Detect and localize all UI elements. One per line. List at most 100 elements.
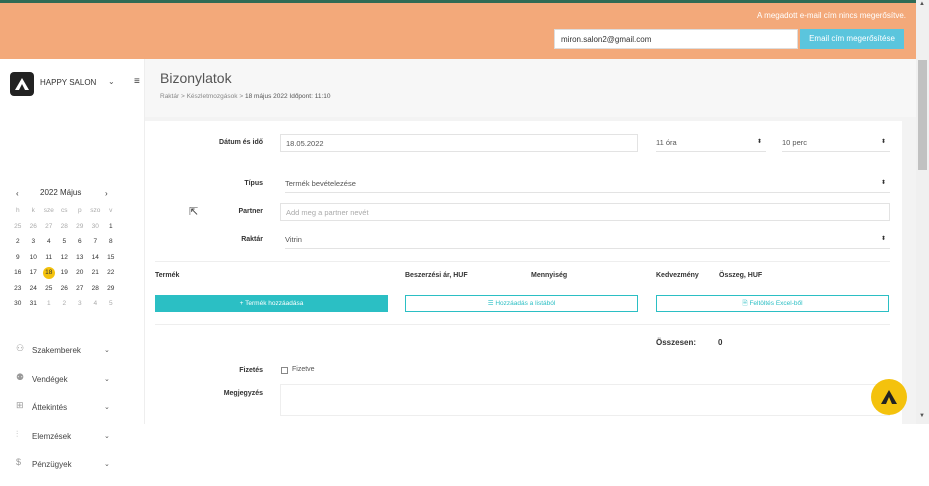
calendar-day[interactable]: 27: [41, 221, 57, 233]
breadcrumb-item[interactable]: Raktár: [160, 93, 179, 100]
calendar-day-today[interactable]: 18: [42, 267, 55, 279]
calendar-day[interactable]: 30: [88, 221, 104, 233]
sidebar-item-szakemberek[interactable]: ⚇ Szakemberek ⌄: [16, 343, 136, 372]
sidebar-item-label: Vendégek: [32, 374, 68, 384]
calendar-day[interactable]: 4: [88, 298, 104, 310]
payment-label: Fizetés: [239, 367, 263, 374]
calendar-day[interactable]: 9: [10, 252, 26, 264]
calendar-prev-button[interactable]: ‹: [16, 189, 19, 198]
add-from-list-button[interactable]: ☰ Hozzáadás a listából: [405, 295, 638, 312]
calendar-day[interactable]: 25: [41, 283, 57, 295]
page-title: Bizonylatok: [160, 70, 232, 86]
paid-checkbox[interactable]: [281, 367, 288, 374]
mouse-cursor-icon: ⇱: [189, 206, 199, 218]
salon-logo: [10, 72, 34, 96]
total-label: Összesen:: [656, 338, 697, 347]
calendar-day[interactable]: 29: [72, 221, 88, 233]
calendar-day[interactable]: 20: [72, 267, 88, 279]
chart-icon: ⫶: [16, 428, 19, 439]
type-select[interactable]: Termék bevételezése ⬍: [285, 175, 890, 193]
calendar-day[interactable]: 7: [88, 236, 104, 248]
calendar-day[interactable]: 5: [57, 236, 73, 248]
sidebar-item-elemzések[interactable]: ⫶ Elemzések ⌄: [16, 429, 136, 458]
calendar-week: 30 31 1 2 3 4 5: [10, 298, 120, 310]
calendar-day[interactable]: 17: [26, 267, 42, 279]
calendar-day[interactable]: 28: [88, 283, 104, 295]
vertical-scrollbar[interactable]: ▲ ▼: [916, 0, 929, 424]
calendar-day[interactable]: 22: [103, 267, 119, 279]
calendar-day[interactable]: 2: [57, 298, 73, 310]
date-label: Dátum és idő: [219, 139, 263, 146]
calendar-day[interactable]: 31: [26, 298, 42, 310]
breadcrumb-separator: >: [239, 93, 244, 100]
calendar-day[interactable]: 10: [26, 252, 42, 264]
calendar-day-names: h k sze cs p szo v: [10, 205, 120, 217]
calendar-day[interactable]: 3: [26, 236, 42, 248]
minute-select[interactable]: 10 perc ⬍: [782, 134, 890, 152]
page-header: Bizonylatok Raktár > Készletmozgások > 1…: [145, 59, 916, 117]
calendar-day[interactable]: 16: [10, 267, 26, 279]
sidebar-item-pénzügyek[interactable]: $ Pénzügyek ⌄: [16, 457, 136, 486]
calendar-day[interactable]: 12: [57, 252, 73, 264]
calendar-day[interactable]: 15: [103, 252, 119, 264]
calendar-day[interactable]: 8: [103, 236, 119, 248]
calendar-next-button[interactable]: ›: [105, 189, 108, 198]
scroll-up-icon[interactable]: ▲: [919, 1, 925, 7]
calendar-day[interactable]: 13: [72, 252, 88, 264]
column-purchase-price: Beszerzési ár, HUF: [405, 272, 468, 279]
hour-select[interactable]: 11 óra ⬍: [656, 134, 766, 152]
select-arrow-icon: ⬍: [756, 139, 762, 145]
calendar-day-name: p: [77, 207, 82, 214]
menu-toggle-icon[interactable]: ≡: [134, 76, 140, 87]
calendar-day[interactable]: 25: [10, 221, 26, 233]
calendar-week: 25 26 27 28 29 30 1: [10, 221, 120, 233]
calendar-day[interactable]: 1: [41, 298, 57, 310]
email-input[interactable]: miron.salon2@gmail.com: [554, 29, 798, 49]
breadcrumb-item[interactable]: Készletmozgások: [187, 93, 238, 100]
partner-input[interactable]: Add meg a partner nevét: [280, 203, 890, 221]
calendar-day[interactable]: 23: [10, 283, 26, 295]
calendar-header: ‹ 2022 Május ›: [10, 188, 115, 200]
minute-value: 10 perc: [782, 138, 808, 147]
column-amount: Összeg, HUF: [719, 272, 763, 279]
calendar-day[interactable]: 4: [41, 236, 57, 248]
calendar-day[interactable]: 21: [88, 267, 104, 279]
calendar-day[interactable]: 5: [103, 298, 119, 310]
divider: [155, 324, 890, 325]
calendar-day[interactable]: 29: [103, 283, 119, 295]
calendar-day[interactable]: 11: [41, 252, 57, 264]
chevron-down-icon: ⌄: [104, 461, 110, 468]
calendar-day[interactable]: 2: [10, 236, 26, 248]
calendar-day[interactable]: 1: [103, 221, 119, 233]
sidebar-item-vendégek[interactable]: ⚉ Vendégek ⌄: [16, 372, 136, 401]
add-product-button[interactable]: + Termék hozzáadása: [155, 295, 388, 312]
help-fab-button[interactable]: [871, 379, 907, 415]
scroll-down-icon[interactable]: ▼: [919, 413, 925, 419]
calendar-day[interactable]: 3: [72, 298, 88, 310]
calendar-day[interactable]: 26: [57, 283, 73, 295]
calendar-day[interactable]: 30: [10, 298, 26, 310]
paid-label: Fizetve: [292, 366, 315, 373]
upload-excel-button[interactable]: 🗎 Feltöltés Excel-ből: [656, 295, 889, 312]
group-icon: ⚉: [16, 371, 25, 382]
chevron-down-icon: ⌄: [104, 375, 110, 383]
calendar-day[interactable]: 27: [72, 283, 88, 295]
note-textarea[interactable]: [280, 384, 890, 416]
calendar-day[interactable]: 14: [88, 252, 104, 264]
sidebar-item-áttekintés[interactable]: ⊞ Áttekintés ⌄: [16, 400, 136, 429]
calendar-day[interactable]: 6: [72, 236, 88, 248]
confirm-email-button[interactable]: Email cím megerősítése: [800, 29, 904, 49]
sidebar-item-label: Pénzügyek: [32, 460, 72, 469]
calendar-day[interactable]: 19: [57, 267, 73, 279]
type-value: Termék bevételezése: [285, 179, 356, 188]
calendar-day[interactable]: 26: [26, 221, 42, 233]
date-field[interactable]: 18.05.2022: [280, 134, 638, 152]
calendar-day[interactable]: 24: [26, 283, 42, 295]
logo-icon: [881, 390, 897, 404]
warehouse-label: Raktár: [241, 236, 263, 243]
calendar-day[interactable]: 28: [57, 221, 73, 233]
warehouse-select[interactable]: Vitrin ⬍: [285, 231, 890, 249]
scrollbar-thumb[interactable]: [918, 60, 927, 170]
person-icon: ⚇: [16, 343, 25, 353]
salon-switcher[interactable]: HAPPY SALON ⌄: [10, 72, 140, 102]
